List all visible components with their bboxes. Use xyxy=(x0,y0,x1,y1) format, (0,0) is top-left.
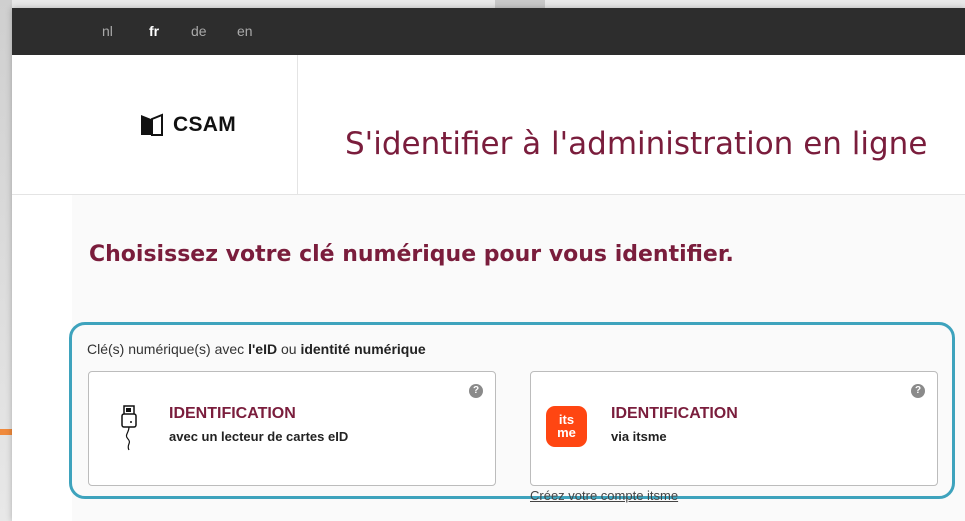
section-label: Clé(s) numérique(s) avec l'eID ou identi… xyxy=(87,341,426,357)
digital-key-panel: Clé(s) numérique(s) avec l'eID ou identi… xyxy=(69,322,955,503)
csam-logo-icon xyxy=(141,113,163,136)
help-icon[interactable]: ? xyxy=(911,384,925,398)
itsme-logo-icon: its me xyxy=(546,406,587,447)
section-label-eid: l'eID xyxy=(248,341,278,357)
language-fr[interactable]: fr xyxy=(149,23,159,39)
create-itsme-account-link[interactable]: Créez votre compte itsme xyxy=(530,488,678,503)
main-content: Choisissez votre clé numérique pour vous… xyxy=(69,195,965,521)
card-title: IDENTIFICATION xyxy=(169,405,296,422)
language-en[interactable]: en xyxy=(237,23,253,39)
login-page: nl fr de en CSAM S'identifier à l'admini… xyxy=(12,8,965,521)
language-bar: nl fr de en xyxy=(12,8,965,55)
logo-text: CSAM xyxy=(173,113,237,136)
help-icon[interactable]: ? xyxy=(469,384,483,398)
header-divider xyxy=(297,55,298,194)
background-left xyxy=(0,0,12,521)
card-subtitle: avec un lecteur de cartes eID xyxy=(169,429,349,444)
card-subtitle: via itsme xyxy=(611,429,667,444)
page-title: S'identifier à l'administration en ligne xyxy=(345,125,928,162)
itsme-logo-text-bottom: me xyxy=(557,425,576,440)
section-label-prefix: Clé(s) numérique(s) avec xyxy=(87,341,249,357)
eid-reader-card[interactable]: ? IDENTIFICATION avec un lecteur de cart… xyxy=(88,371,496,486)
language-nl[interactable]: nl xyxy=(102,23,113,39)
card-title: IDENTIFICATION xyxy=(611,405,738,422)
csam-logo[interactable]: CSAM xyxy=(140,112,236,138)
language-de[interactable]: de xyxy=(191,23,207,39)
section-label-digital-identity: identité numérique xyxy=(300,341,426,357)
choose-key-heading: Choisissez votre clé numérique pour vous… xyxy=(89,242,734,267)
section-label-or: ou xyxy=(277,341,301,357)
itsme-card[interactable]: ? its me IDENTIFICATION via itsme xyxy=(530,371,938,486)
card-reader-icon xyxy=(121,405,137,451)
page-header: CSAM S'identifier à l'administration en … xyxy=(12,55,965,195)
